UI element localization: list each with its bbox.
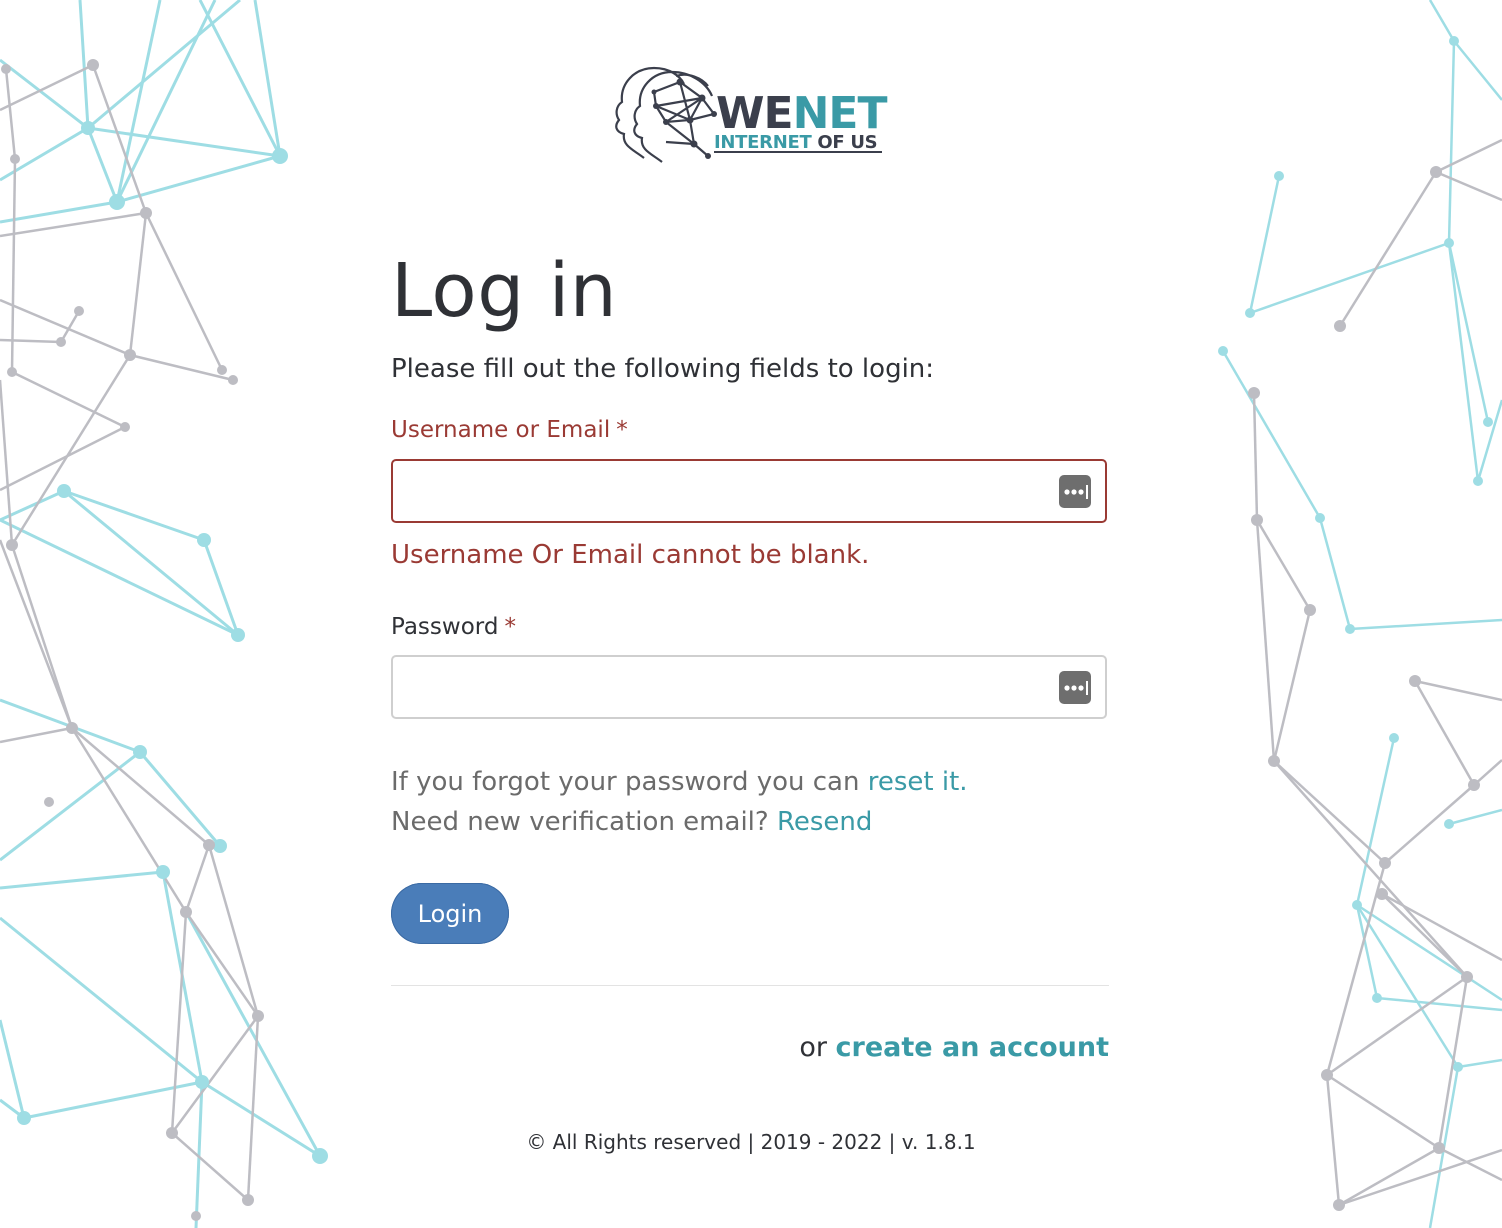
password-label-text: Password [391, 614, 499, 640]
username-label: Username or Email * [391, 415, 628, 445]
form-instructions: Please fill out the following fields to … [391, 354, 935, 384]
resend-verification-text: Need new verification email? Resend [391, 805, 872, 839]
network-background-left [0, 0, 328, 1228]
required-marker: * [504, 614, 516, 640]
username-error-message: Username Or Email cannot be blank. [391, 540, 870, 570]
resend-verification-link[interactable]: Resend [777, 807, 872, 837]
username-label-text: Username or Email [391, 417, 611, 443]
wenet-logo[interactable]: WENET INTERNET OF US [610, 62, 890, 166]
login-button[interactable]: Login [391, 883, 509, 944]
network-background-right [1218, 0, 1502, 1228]
page-title: Log in [391, 248, 618, 334]
password-field[interactable] [391, 655, 1107, 719]
password-key-icon[interactable] [1059, 671, 1091, 704]
forgot-password-prompt: If you forgot your password you can [391, 767, 860, 797]
username-input[interactable] [393, 461, 1105, 521]
heads-network-icon: WENET INTERNET OF US [615, 66, 888, 163]
password-key-icon[interactable] [1059, 475, 1091, 508]
resend-verification-prompt: Need new verification email? [391, 807, 769, 837]
login-page: WENET INTERNET OF US Log in Please fill … [0, 0, 1502, 1228]
brand-tagline-part1: INTERNET [714, 132, 812, 153]
create-account-line: or create an account [799, 1030, 1109, 1066]
forgot-password-text: If you forgot your password you can rese… [391, 765, 968, 799]
footer-copyright: © All Rights reserved | 2019 - 2022 | v.… [526, 1130, 976, 1154]
or-text: or [799, 1032, 827, 1063]
password-input[interactable] [393, 657, 1105, 717]
username-field[interactable] [391, 459, 1107, 523]
create-account-link[interactable]: create an account [836, 1032, 1109, 1063]
reset-password-link[interactable]: reset it. [868, 767, 968, 797]
brand-tagline-part2: OF US [817, 132, 877, 153]
password-label: Password * [391, 612, 516, 642]
required-marker: * [616, 417, 628, 443]
divider [391, 985, 1109, 986]
svg-text:INTERNET OF US: INTERNET OF US [714, 132, 877, 153]
